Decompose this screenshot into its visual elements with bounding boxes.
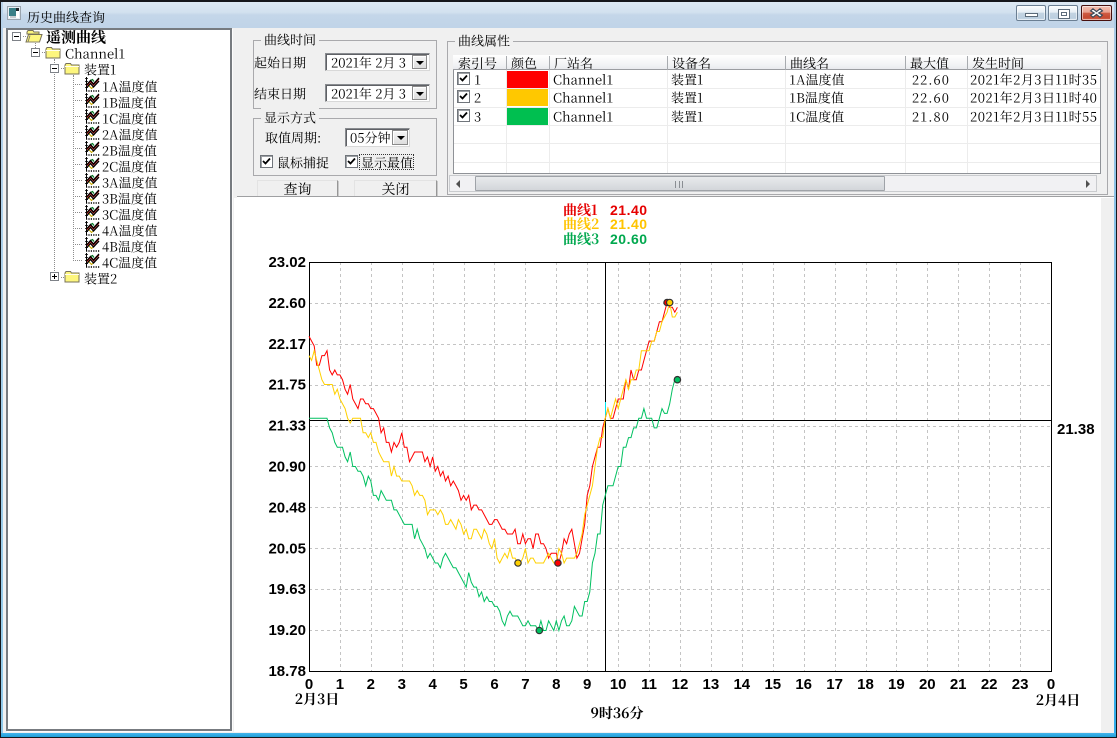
svg-text:10: 10 xyxy=(610,676,627,693)
svg-text:21.38: 21.38 xyxy=(1057,421,1095,438)
svg-text:21: 21 xyxy=(950,676,967,693)
svg-text:4: 4 xyxy=(429,676,438,693)
svg-text:22.17: 22.17 xyxy=(268,336,306,353)
svg-text:22: 22 xyxy=(981,676,998,693)
svg-text:20.05: 20.05 xyxy=(268,540,306,557)
svg-text:19.63: 19.63 xyxy=(268,581,306,598)
svg-text:21.33: 21.33 xyxy=(268,418,306,435)
svg-text:16: 16 xyxy=(795,676,812,693)
svg-text:9时36分: 9时36分 xyxy=(591,703,644,723)
svg-text:13: 13 xyxy=(703,676,720,693)
svg-text:2: 2 xyxy=(367,676,375,693)
svg-text:19: 19 xyxy=(888,676,905,693)
svg-text:19.20: 19.20 xyxy=(268,622,306,639)
svg-text:7: 7 xyxy=(521,676,529,693)
svg-text:23.02: 23.02 xyxy=(268,254,306,271)
svg-text:6: 6 xyxy=(490,676,498,693)
svg-text:21.75: 21.75 xyxy=(268,377,306,394)
svg-text:20: 20 xyxy=(919,676,936,693)
svg-text:20.48: 20.48 xyxy=(268,499,306,516)
svg-text:12: 12 xyxy=(672,676,689,693)
svg-text:2月3日: 2月3日 xyxy=(295,689,340,709)
svg-text:14: 14 xyxy=(733,676,750,693)
svg-text:8: 8 xyxy=(552,676,560,693)
svg-text:18: 18 xyxy=(857,676,874,693)
svg-text:11: 11 xyxy=(641,676,657,693)
svg-text:2月4日: 2月4日 xyxy=(1036,690,1081,710)
svg-text:15: 15 xyxy=(764,676,781,693)
svg-text:23: 23 xyxy=(1012,676,1029,693)
svg-text:22.60: 22.60 xyxy=(268,295,306,312)
svg-text:3: 3 xyxy=(398,676,406,693)
svg-text:17: 17 xyxy=(826,676,843,693)
svg-text:18.78: 18.78 xyxy=(268,663,306,680)
svg-text:9: 9 xyxy=(583,676,591,693)
svg-text:20.90: 20.90 xyxy=(268,459,306,476)
svg-text:5: 5 xyxy=(459,676,467,693)
